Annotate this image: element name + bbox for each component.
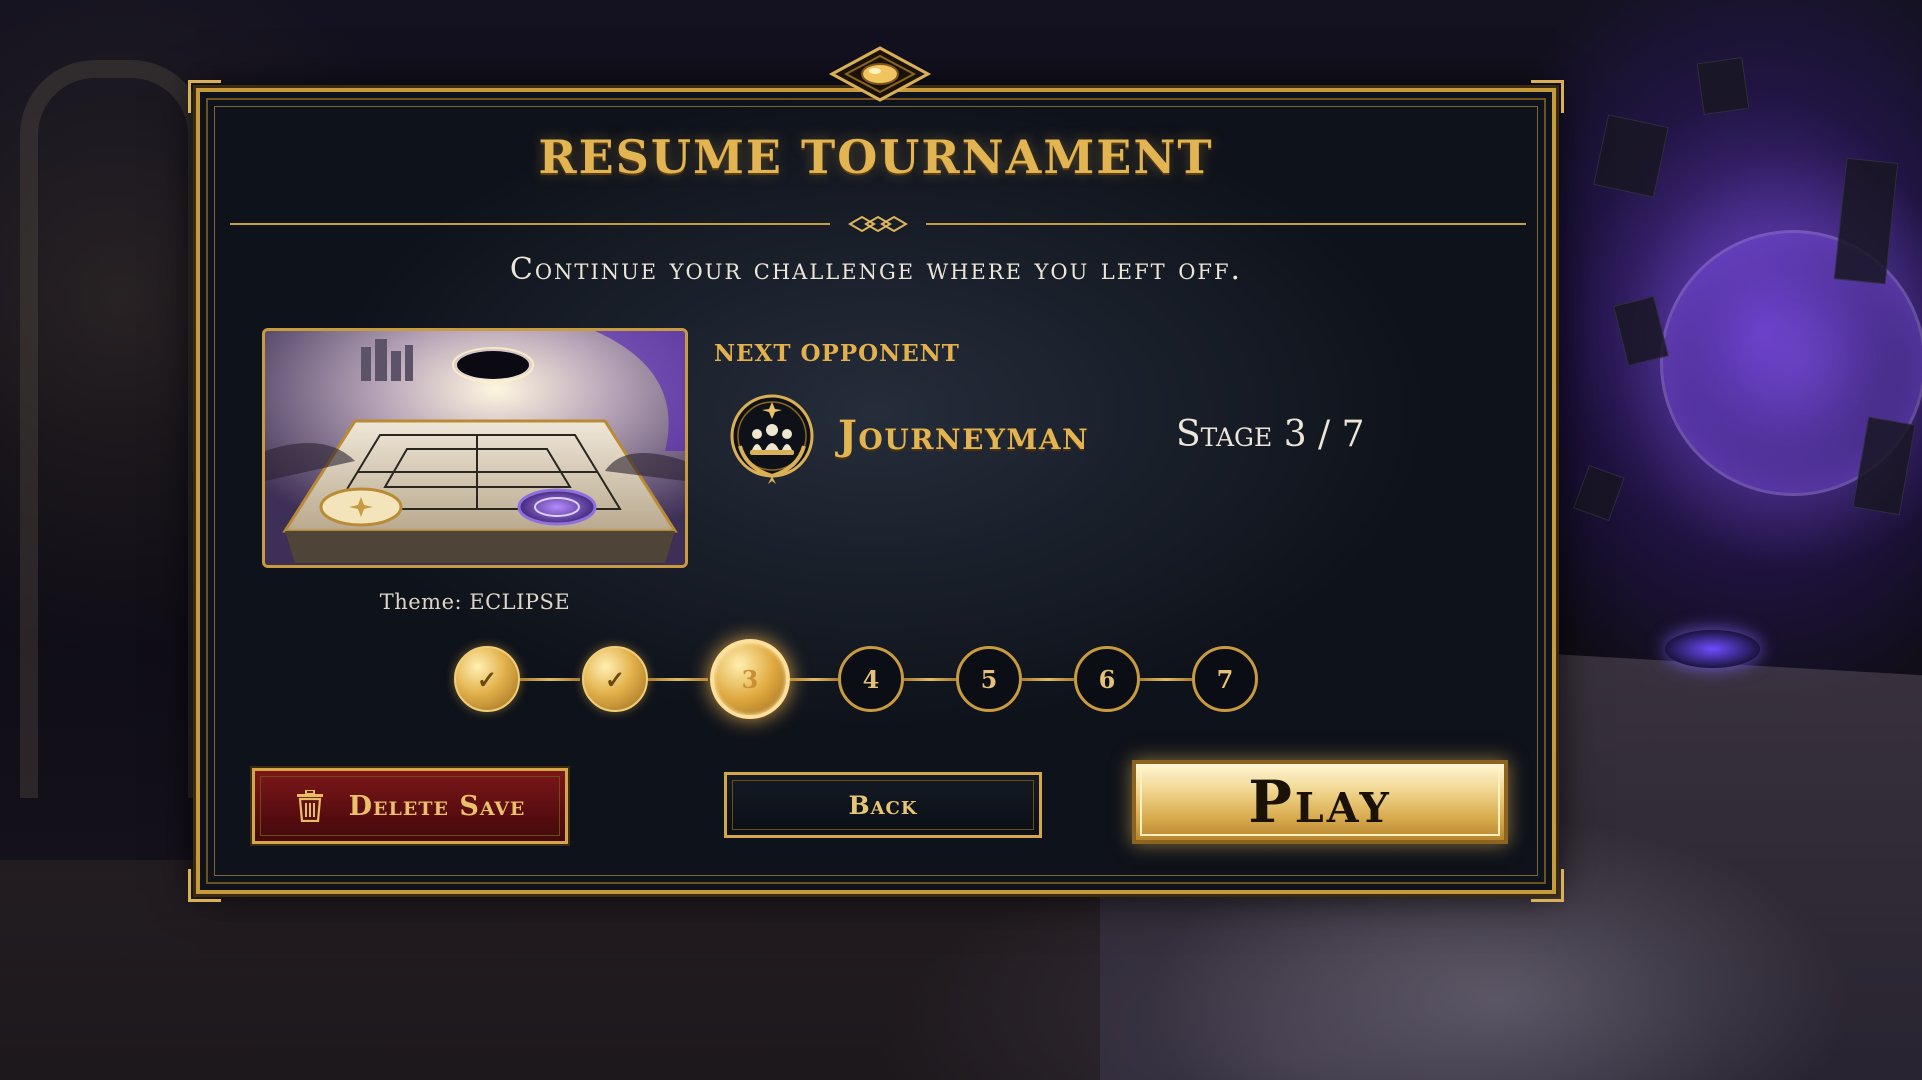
progress-connector: [1022, 678, 1074, 681]
dialog-title: RESUME TOURNAMENT: [538, 130, 1214, 184]
play-button[interactable]: Play: [1132, 760, 1508, 844]
back-label: Back: [848, 790, 918, 820]
stage-progress-tracker: ✓ ✓ 3 4 5 6 7: [450, 639, 1310, 720]
panel-corner-ornament: [1531, 80, 1564, 113]
crest-gem-icon: [828, 46, 932, 102]
background-game-piece: [1665, 630, 1760, 668]
panel-corner-ornament: [1531, 869, 1564, 902]
delete-save-button[interactable]: Delete Save: [252, 768, 568, 844]
background-floating-block: [1573, 464, 1625, 522]
stage-node-7: 7: [1192, 646, 1258, 712]
back-button[interactable]: Back: [724, 772, 1042, 838]
background-floating-block: [1613, 295, 1669, 367]
stage-indicator: Stage 3 / 7: [1176, 414, 1365, 455]
panel-corner-ornament: [188, 869, 221, 902]
title-divider: [230, 215, 1526, 233]
background-floating-block: [1696, 57, 1750, 115]
panel-corner-ornament: [188, 80, 221, 113]
opponent-name: Journeyman: [838, 412, 1090, 459]
stage-node-4: 4: [838, 646, 904, 712]
trash-icon: [296, 790, 323, 822]
background-archway: [20, 60, 206, 798]
theme-label: Theme: ECLIPSE: [379, 590, 571, 614]
stage-node-2-checkmark: ✓: [582, 646, 648, 712]
next-opponent-label: NEXT OPPONENT: [714, 340, 960, 367]
progress-connector: [648, 678, 708, 681]
stage-node-5: 5: [956, 646, 1022, 712]
background-floating-block: [1833, 157, 1899, 285]
progress-connector: [904, 678, 956, 681]
dialog-subtitle: Continue your challenge where you left o…: [509, 252, 1243, 287]
stage-node-3-current: 3: [710, 639, 790, 719]
progress-connector: [520, 678, 580, 681]
progress-connector: [1140, 678, 1192, 681]
board-theme-preview: [262, 328, 688, 568]
pawn-trio-laurel-icon: [730, 394, 814, 484]
delete-save-label: Delete Save: [348, 790, 526, 822]
stage-node-6: 6: [1074, 646, 1140, 712]
progress-connector: [790, 678, 838, 681]
play-label: Play: [1248, 768, 1392, 836]
resume-tournament-dialog: RESUME TOURNAMENT Continue your challeng…: [188, 46, 1564, 902]
background-floating-block: [1593, 114, 1669, 198]
stage-node-1-checkmark: ✓: [454, 646, 520, 712]
board-preview-image: [265, 331, 685, 565]
